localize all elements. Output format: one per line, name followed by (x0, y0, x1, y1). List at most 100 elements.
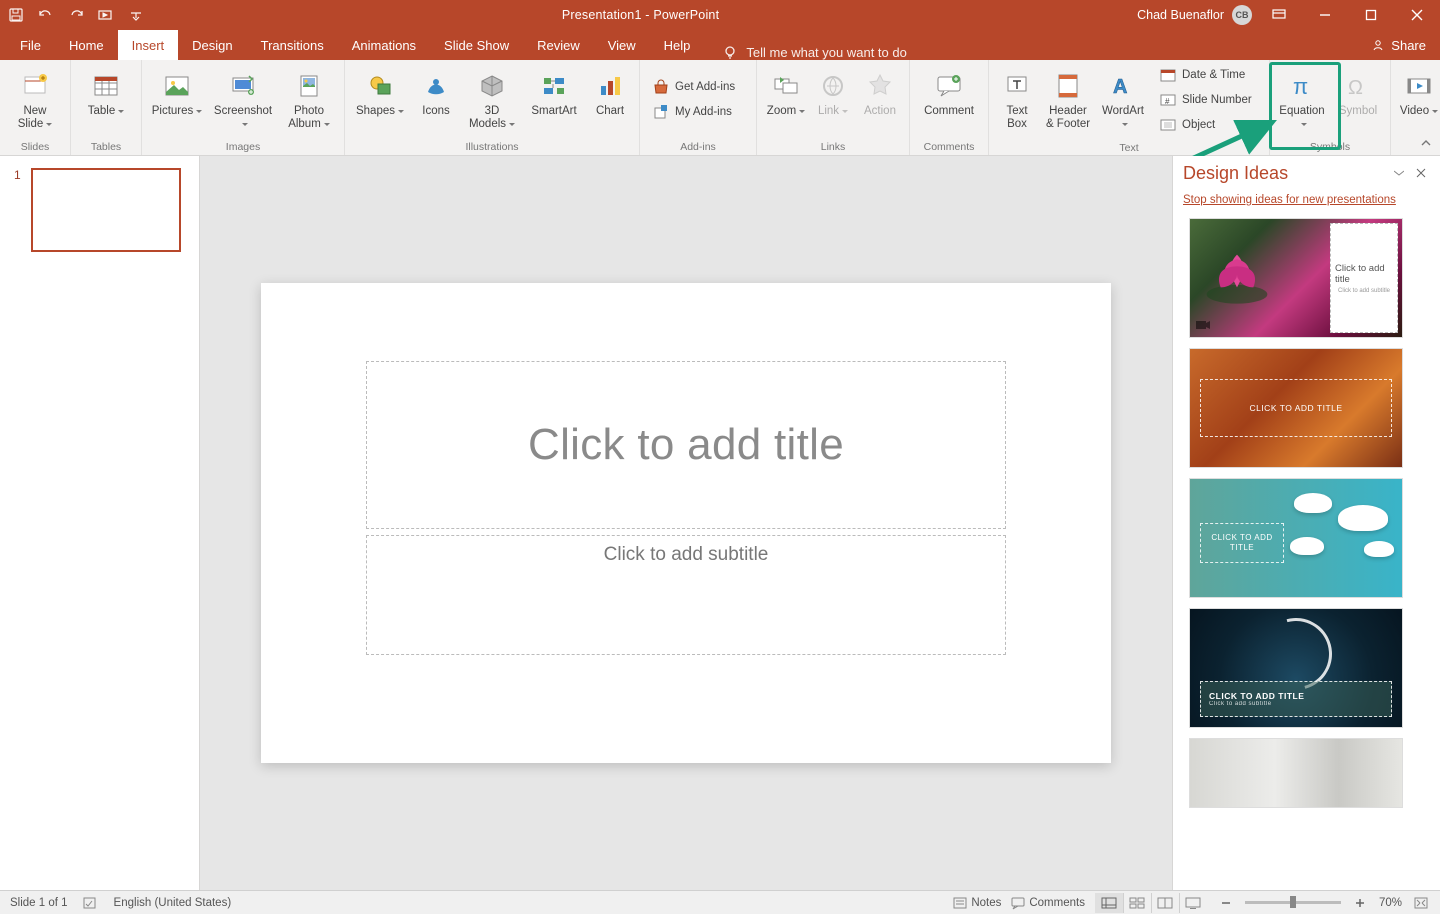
text-box-button[interactable]: Text Box (995, 67, 1039, 133)
subtitle-placeholder[interactable]: Click to add subtitle (366, 535, 1006, 655)
undo-button[interactable] (38, 7, 54, 23)
reading-view-button[interactable] (1151, 893, 1179, 913)
slide-number-button[interactable]: #Slide Number (1157, 89, 1259, 111)
lightbulb-icon (722, 44, 738, 60)
group-label-slides: Slides (0, 139, 70, 155)
zoom-button[interactable]: Zoom (763, 67, 809, 133)
language-indicator[interactable]: English (United States) (114, 897, 232, 909)
ribbon-display-options-button[interactable] (1256, 0, 1302, 30)
symbol-button[interactable]: Ω Symbol (1332, 67, 1384, 133)
link-button[interactable]: Link (813, 67, 853, 133)
zoom-in-button[interactable] (1351, 895, 1369, 911)
zoom-out-button[interactable] (1217, 895, 1235, 911)
tab-view[interactable]: View (594, 30, 650, 60)
photo-album-button[interactable]: Photo Album (280, 67, 338, 133)
chart-button[interactable]: Chart (587, 67, 633, 133)
slideshow-view-button[interactable] (1179, 893, 1207, 913)
tab-insert[interactable]: Insert (118, 30, 179, 60)
fit-to-window-button[interactable] (1412, 895, 1430, 911)
header-footer-button[interactable]: Header & Footer (1043, 67, 1093, 133)
my-addins-button[interactable]: My Add-ins (650, 101, 746, 123)
table-button[interactable]: Table (77, 67, 135, 133)
zoom-level[interactable]: 70% (1379, 897, 1402, 909)
zoom-slider[interactable] (1245, 901, 1341, 904)
table-icon (90, 70, 122, 102)
icons-button[interactable]: Icons (413, 67, 459, 133)
lotus-graphic (1202, 243, 1272, 313)
titlebar: Presentation1 - PowerPoint Chad Buenaflo… (0, 0, 1440, 30)
3d-models-button[interactable]: 3D Models (463, 67, 521, 133)
title-placeholder[interactable]: Click to add title (366, 361, 1006, 529)
tab-help[interactable]: Help (650, 30, 705, 60)
pane-close-button[interactable] (1412, 164, 1430, 182)
group-label-illustrations: Illustrations (345, 139, 639, 155)
group-label-tables: Tables (71, 139, 141, 155)
save-button[interactable] (8, 7, 24, 23)
title-placeholder-text: Click to add title (528, 420, 844, 470)
smartart-button[interactable]: SmartArt (525, 67, 583, 133)
tell-me-search[interactable]: Tell me what you want to do (704, 44, 906, 60)
zoom-icon (770, 70, 802, 102)
action-button[interactable]: Action (857, 67, 903, 133)
account-area[interactable]: Chad Buenaflor CB (1137, 5, 1256, 25)
shapes-button[interactable]: Shapes (351, 67, 409, 133)
date-time-button[interactable]: Date & Time (1157, 64, 1259, 86)
design-idea-3[interactable]: CLICK TO ADD TITLE (1189, 478, 1403, 598)
collapse-ribbon-button[interactable] (1420, 137, 1434, 151)
share-button[interactable]: Share (1357, 30, 1440, 60)
tab-file[interactable]: File (6, 30, 55, 60)
header-footer-icon (1052, 70, 1084, 102)
minimize-button[interactable] (1302, 0, 1348, 30)
slide-sorter-view-button[interactable] (1123, 893, 1151, 913)
svg-text:π: π (1293, 74, 1308, 99)
stop-showing-ideas-link[interactable]: Stop showing ideas for new presentations (1173, 190, 1440, 214)
spellcheck-icon[interactable] (82, 895, 100, 911)
tab-transitions[interactable]: Transitions (247, 30, 338, 60)
subtitle-placeholder-text: Click to add subtitle (604, 544, 769, 566)
comment-button[interactable]: Comment (916, 67, 982, 133)
avatar: CB (1232, 5, 1252, 25)
design-idea-2[interactable]: CLICK TO ADD TITLE (1189, 348, 1403, 468)
new-slide-button[interactable]: New Slide (6, 67, 64, 133)
pane-options-button[interactable] (1390, 164, 1408, 182)
normal-view-button[interactable] (1095, 893, 1123, 913)
comment-icon (933, 70, 965, 102)
group-label-comments: Comments (910, 139, 988, 155)
window-title: Presentation1 - PowerPoint (144, 8, 1137, 22)
thumb-number: 1 (14, 168, 21, 182)
screenshot-button[interactable]: Screenshot (210, 67, 276, 133)
design-idea-1[interactable]: Click to add title Click to add subtitle (1189, 218, 1403, 338)
slide-thumbnails-pane[interactable]: 1 (0, 156, 200, 890)
video-button[interactable]: Video (1397, 67, 1440, 133)
get-addins-button[interactable]: Get Add-ins (650, 76, 746, 98)
chart-icon (594, 70, 626, 102)
tab-slideshow[interactable]: Slide Show (430, 30, 523, 60)
close-button[interactable] (1394, 0, 1440, 30)
tab-review[interactable]: Review (523, 30, 594, 60)
start-from-beginning-button[interactable] (98, 7, 114, 23)
slide-canvas-area[interactable]: Click to add title Click to add subtitle (200, 156, 1172, 890)
maximize-button[interactable] (1348, 0, 1394, 30)
wordart-button[interactable]: A WordArt (1097, 67, 1149, 133)
object-button[interactable]: Object (1157, 114, 1259, 136)
redo-button[interactable] (68, 7, 84, 23)
notes-button[interactable]: Notes (953, 895, 1001, 911)
slide-thumbnail-1[interactable] (31, 168, 181, 252)
comments-icon (1011, 896, 1025, 910)
statusbar: Slide 1 of 1 English (United States) Not… (0, 890, 1440, 914)
tab-animations[interactable]: Animations (338, 30, 430, 60)
tab-home[interactable]: Home (55, 30, 118, 60)
group-label-images: Images (142, 139, 344, 155)
design-idea-4[interactable]: CLICK TO ADD TITLE Click to add subtitle (1189, 608, 1403, 728)
customize-qat-button[interactable] (128, 7, 144, 23)
object-icon (1160, 117, 1176, 133)
design-idea-5[interactable] (1189, 738, 1403, 808)
tab-design[interactable]: Design (178, 30, 246, 60)
slide[interactable]: Click to add title Click to add subtitle (261, 283, 1111, 763)
group-label-text: Text (989, 140, 1269, 156)
pictures-button[interactable]: Pictures (148, 67, 206, 133)
store-icon (653, 79, 669, 95)
equation-button[interactable]: π Equation (1276, 67, 1328, 133)
video-badge-icon (1196, 321, 1210, 331)
comments-button[interactable]: Comments (1011, 895, 1085, 911)
